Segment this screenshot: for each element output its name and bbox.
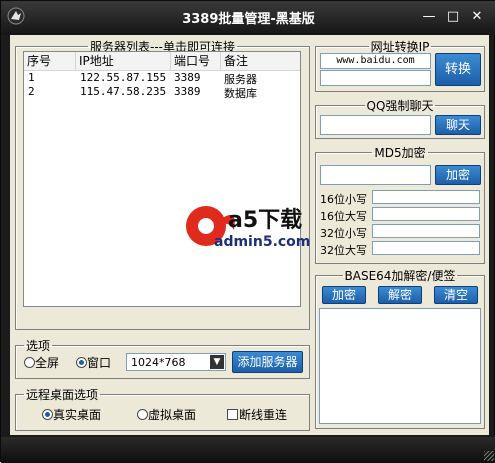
watermark-logo: a5下载 admin5.com (180, 200, 330, 260)
row-port: 3389 (174, 71, 201, 84)
column-note[interactable]: 备注 (221, 52, 300, 70)
md5-encrypt-button[interactable]: 加密 (435, 165, 481, 185)
real-desktop-label[interactable]: 真实桌面 (53, 406, 101, 423)
reconnect-checkbox[interactable] (227, 409, 238, 420)
column-port[interactable]: 端口号 (171, 52, 221, 70)
md5-title: MD5加密 (374, 146, 426, 160)
md5-16-upper-output[interactable] (372, 207, 480, 221)
column-index[interactable]: 序号 (24, 52, 76, 70)
row-note: 数据库 (224, 87, 257, 100)
row-index: 2 (28, 85, 35, 98)
qq-chat-title: QQ强制聊天 (366, 99, 434, 113)
md5-32-upper-output[interactable] (372, 241, 480, 255)
qq-number-input[interactable] (320, 115, 431, 135)
md5-32-lower-output[interactable] (372, 224, 480, 238)
window-label[interactable]: 窗口 (87, 354, 111, 371)
base64-clear-button[interactable]: 清空 (434, 286, 478, 304)
md5-16-lower-output[interactable] (372, 190, 480, 204)
virtual-desktop-label[interactable]: 虚拟桌面 (148, 406, 196, 423)
resolution-select[interactable]: 1024*768 ▼ (126, 353, 226, 371)
convert-button[interactable]: 转换 (435, 53, 481, 86)
virtual-desktop-radio[interactable] (137, 409, 148, 420)
base64-decrypt-button[interactable]: 解密 (378, 286, 422, 304)
status-bar (1, 437, 495, 463)
title-bar[interactable]: 3389批量管理-黑基版 — □ ✕ (1, 1, 495, 35)
resize-grip-icon[interactable] (484, 451, 494, 461)
chat-button[interactable]: 聊天 (435, 115, 481, 135)
real-desktop-radio[interactable] (42, 409, 53, 420)
ip-output[interactable] (320, 70, 431, 86)
table-row[interactable]: 2 115.47.58.235 3389 数据库 (24, 85, 300, 100)
maximize-button[interactable]: □ (444, 9, 462, 25)
base64-encrypt-button[interactable]: 加密 (322, 286, 366, 304)
url-input[interactable]: www.baidu.com (320, 53, 431, 69)
base64-title: BASE64加解密/便签 (344, 269, 456, 283)
watermark-domain: admin5.com (214, 234, 311, 250)
md5-input[interactable] (320, 165, 431, 185)
app-window: 3389批量管理-黑基版 — □ ✕ 服务器列表---单击即可连接 序号 IP地… (0, 0, 495, 463)
minimize-button[interactable]: — (420, 9, 438, 25)
client-area: 服务器列表---单击即可连接 序号 IP地址 端口号 备注 1 122.55.8… (10, 35, 489, 435)
row-index: 1 (28, 71, 35, 84)
watermark-brand: a5下载 (228, 208, 303, 233)
fullscreen-label[interactable]: 全屏 (35, 354, 59, 371)
options-title: 选项 (26, 339, 51, 353)
server-list-header: 序号 IP地址 端口号 备注 (24, 52, 300, 71)
remote-desktop-title: 远程桌面选项 (26, 388, 99, 402)
column-ip[interactable]: IP地址 (76, 52, 171, 70)
server-list[interactable]: 序号 IP地址 端口号 备注 1 122.55.87.155 3389 服务器 … (23, 51, 301, 307)
fullscreen-radio[interactable] (24, 357, 35, 368)
base64-textarea[interactable] (319, 308, 481, 424)
row-port: 3389 (174, 85, 201, 98)
row-ip: 122.55.87.155 (80, 71, 167, 84)
reconnect-label[interactable]: 断线重连 (239, 406, 287, 423)
add-server-button[interactable]: 添加服务器 (232, 351, 303, 373)
resolution-value: 1024*768 (131, 356, 186, 369)
chevron-down-icon[interactable]: ▼ (210, 355, 224, 369)
close-button[interactable]: ✕ (468, 9, 486, 25)
window-radio[interactable] (76, 357, 87, 368)
row-ip: 115.47.58.235 (80, 85, 167, 98)
table-row[interactable]: 1 122.55.87.155 3389 服务器 (24, 71, 300, 86)
